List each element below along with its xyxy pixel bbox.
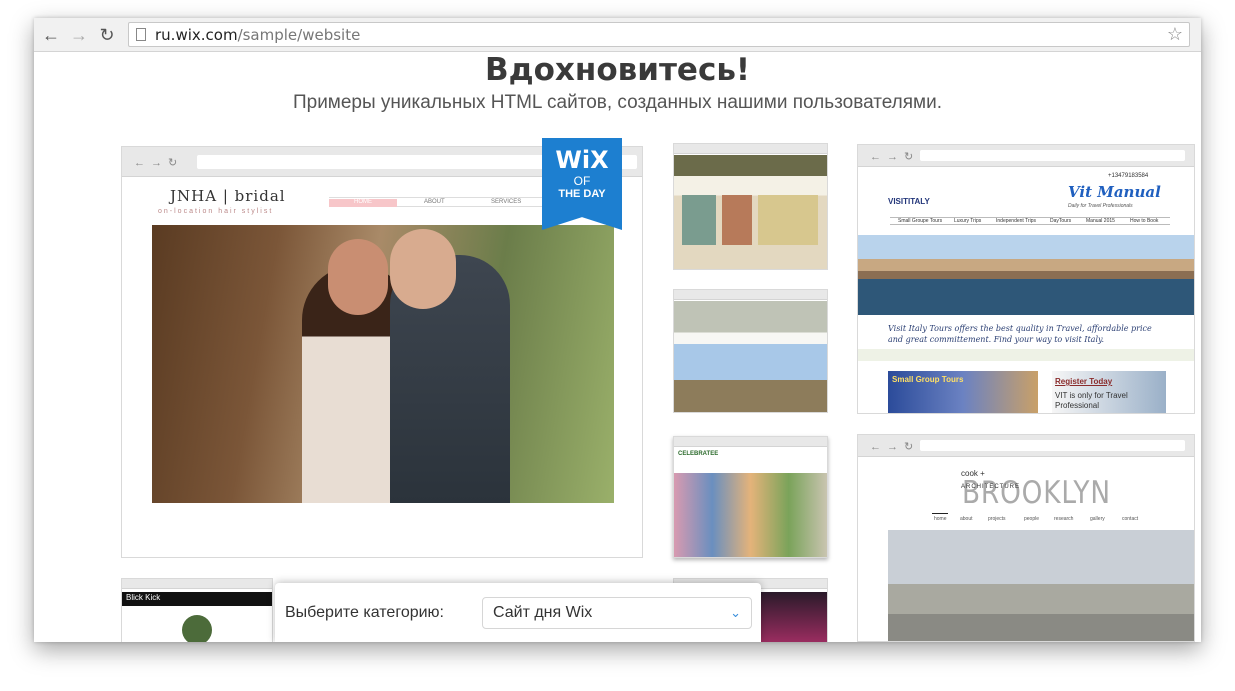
wix-of-the-day-badge: WiX OF THE DAY [542,138,622,230]
back-arrow-icon[interactable]: ← [40,24,62,46]
page-title: Вдохновитесь! [484,52,751,88]
site-nav-about: ABOUT [424,199,445,205]
bk-nav-item: about [960,516,973,522]
thumb-content [674,301,827,412]
vit-menu-item: Small Groupe Tours [898,218,943,224]
small-group-tours-promo: Small Group Tours [888,371,1038,413]
mini-address [920,440,1185,451]
mini-nav-icon: ←→↻ [870,151,920,163]
vit-strip [858,349,1194,361]
category-panel: Выберите категорию: Сайт дня Wix ⌄ [275,583,761,642]
mini-browser-bar [674,290,827,300]
browser-window: ← → ↻ ru.wix.com/sample/website ☆ Вдохно… [34,18,1201,642]
bride-face [328,239,388,315]
vit-text: Visit Italy Tours offers the best qualit… [888,324,1152,344]
vit-name: Vit Manual [1068,183,1161,201]
bk-nav-item: people [1024,516,1040,522]
brooklyn-photo [888,530,1194,641]
reload-icon[interactable]: ↻ [96,24,118,46]
vit-phone: +13479183584 [1108,173,1149,179]
category-select[interactable]: Сайт дня Wix ⌄ [482,597,752,629]
site-brand: JNHA | bridal [170,187,286,205]
mini-browser-bar [674,144,827,154]
vit-menu-item: Manual 2015 [1086,218,1115,224]
bk-nav-item: home [934,516,947,522]
badge-of: OF [573,174,591,188]
thumb-content [674,155,827,269]
vit-logo: VISITITALY [888,197,930,206]
page-subtitle: Примеры уникальных HTML сайтов, созданны… [292,92,943,113]
wedding-photo [152,225,614,503]
groom-face [390,229,456,309]
mini-address [920,150,1185,161]
plant-image [182,615,212,642]
thumb-art-site[interactable] [673,143,828,270]
site-tagline: on-location hair stylist [158,208,274,215]
thumb-header: Blick Kick [122,592,272,606]
bk-arch: ARCHITECTURE [961,484,1021,490]
bk-nav-item: contact [1122,516,1139,522]
browser-toolbar: ← → ↻ ru.wix.com/sample/website ☆ [34,18,1201,52]
mini-browser-bar: ←→↻ [858,145,1194,167]
thumb-tours-site[interactable] [673,289,828,413]
chevron-down-icon[interactable]: ⌄ [730,605,741,621]
vit-menu-item: How to Book [1130,218,1159,224]
mini-browser-bar [674,437,827,447]
register-promo: Register Today VIT is only for Travel Pr… [1052,371,1166,413]
vit-manual-card[interactable]: ←→↻ VISITITALY +13479183584 Vit Manual D… [857,144,1195,414]
site-nav-home: HOME [329,199,397,207]
bk-nav-item: gallery [1090,516,1105,522]
vit-menu-item: Independent Trips [996,218,1037,224]
url-text: ru.wix.com/sample/website [155,26,361,44]
thumb-photo [674,473,827,557]
thumb-title: CELEBRATEE [678,451,719,457]
mini-nav-icon: ←→↻ [134,157,184,169]
mini-nav-icon: ←→↻ [870,441,920,453]
thumb-blick-kick[interactable]: Blick Kick [121,578,273,642]
badge-the-day: THE DAY [558,188,606,200]
brooklyn-card[interactable]: ←→↻ cook + BROOKLYN ARCHITECTURE home ab… [857,434,1195,642]
bk-nav-item: projects [988,516,1006,522]
thumb-celebratee-site[interactable]: CELEBRATEE [673,436,828,558]
promo2-title: Register Today [1055,377,1113,386]
vit-sub: Daily for Travel Professionals [1068,203,1133,209]
category-label: Выберите категорию: [285,604,444,621]
promo1-title: Small Group Tours [892,375,964,384]
promo2-text: VIT is only for Travel Professional [1055,391,1128,410]
page-icon [136,28,146,41]
thumb-title: Blick Kick [126,593,161,602]
mini-browser-bar [122,579,272,589]
bk-nav-item: research [1054,516,1074,522]
forward-arrow-icon[interactable]: → [68,24,90,46]
site-nav-services: SERVICES [491,199,522,205]
star-icon[interactable]: ☆ [1167,24,1183,45]
bk-underline [932,513,948,514]
vit-menu: Small Groupe Tours Luxury Trips Independ… [890,217,1170,225]
mini-browser-bar: ←→↻ [858,435,1194,457]
bk-big: BROOKLYN [962,475,1111,511]
venice-panorama [858,235,1194,315]
badge-wix: WiX [555,146,609,174]
vit-menu-item: DayTours [1050,218,1072,224]
address-bar[interactable]: ru.wix.com/sample/website ☆ [128,22,1190,47]
category-selected-value: Сайт дня Wix [493,604,593,621]
vit-menu-item: Luxury Trips [954,218,982,224]
